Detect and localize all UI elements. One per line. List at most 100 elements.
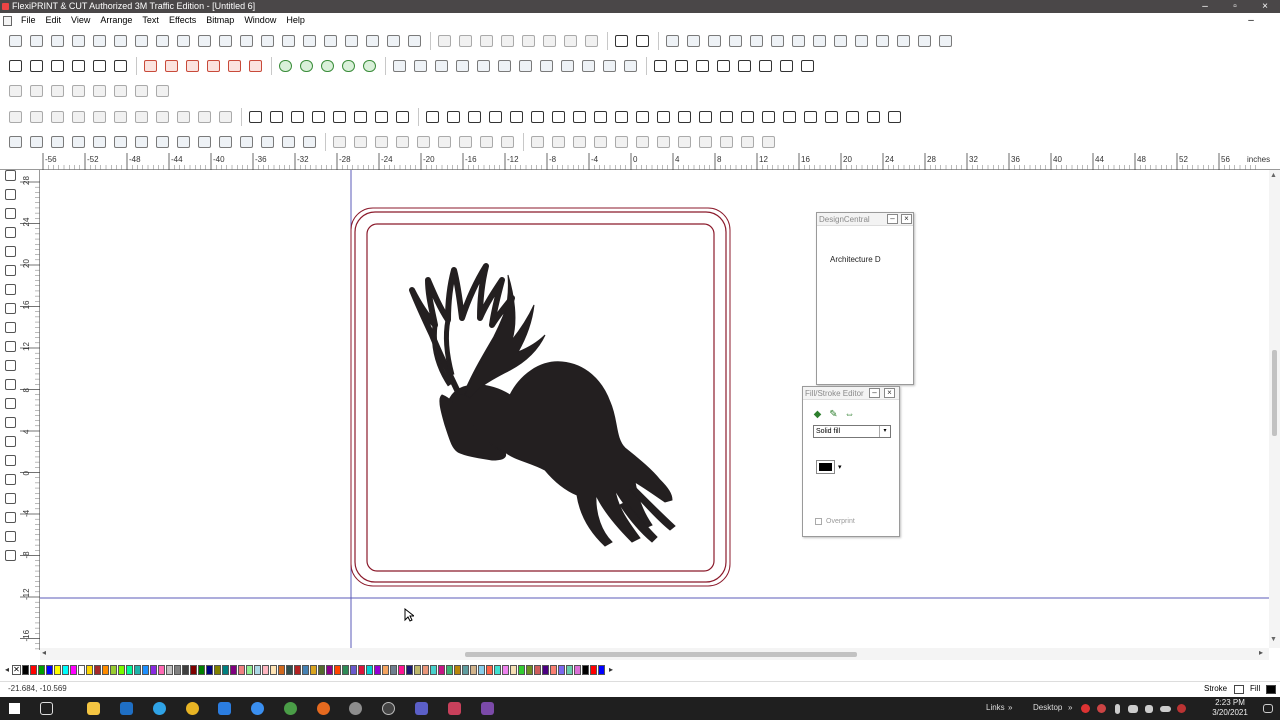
fill-status-swatch[interactable] xyxy=(1266,685,1276,694)
palette-no-color-icon[interactable]: ✕ xyxy=(12,665,21,675)
close-icon[interactable]: × xyxy=(1250,0,1280,13)
tools-tool-7-icon[interactable] xyxy=(141,57,160,75)
tools-tool-31-icon[interactable] xyxy=(672,57,691,75)
standard-tool-19-icon[interactable] xyxy=(384,32,403,50)
minimize-icon[interactable]: – xyxy=(1190,0,1220,13)
standard-tool-10-icon[interactable] xyxy=(195,32,214,50)
menu-arrange[interactable]: Arrange xyxy=(95,13,137,28)
design-canvas[interactable] xyxy=(40,170,1269,648)
shapes-tool-5-icon[interactable] xyxy=(90,108,109,126)
tools-tool-9-icon[interactable] xyxy=(183,57,202,75)
design-central-item[interactable]: Architecture D xyxy=(830,255,881,264)
standard-tool-7-icon[interactable] xyxy=(132,32,151,50)
palette-swatch[interactable] xyxy=(142,665,149,675)
palette-swatch[interactable] xyxy=(382,665,389,675)
align-tool-24-icon[interactable] xyxy=(498,133,517,151)
align-tool-2-icon[interactable] xyxy=(27,133,46,151)
standard-tool-39-icon[interactable] xyxy=(831,32,850,50)
toolbox-tool-15-icon[interactable] xyxy=(1,432,19,450)
palette-swatch[interactable] xyxy=(126,665,133,675)
align-tool-30-icon[interactable] xyxy=(633,133,652,151)
palette-swatch[interactable] xyxy=(526,665,533,675)
toolbox-tool-5-icon[interactable] xyxy=(1,242,19,260)
standard-tool-22-icon[interactable] xyxy=(456,32,475,50)
shapes-tool-9-icon[interactable] xyxy=(174,108,193,126)
links-overflow-icon[interactable]: » xyxy=(1008,703,1012,712)
shapes-tool-1-icon[interactable] xyxy=(6,108,25,126)
align-tool-31-icon[interactable] xyxy=(654,133,673,151)
palette-scroll-left-icon[interactable]: ◂ xyxy=(2,664,12,676)
toolbox-tool-19-icon[interactable] xyxy=(1,508,19,526)
shapes-tool-14-icon[interactable] xyxy=(288,108,307,126)
palette-swatch[interactable] xyxy=(158,665,165,675)
standard-tool-30-icon[interactable] xyxy=(633,32,652,50)
toolbox-tool-20-icon[interactable] xyxy=(1,527,19,545)
standard-tool-6-icon[interactable] xyxy=(111,32,130,50)
standard-tool-13-icon[interactable] xyxy=(258,32,277,50)
tools-tool-29-icon[interactable] xyxy=(621,57,640,75)
standard-tool-38-icon[interactable] xyxy=(810,32,829,50)
align-tool-21-icon[interactable] xyxy=(435,133,454,151)
toolbox-tool-6-icon[interactable] xyxy=(1,261,19,279)
align-tool-6-icon[interactable] xyxy=(111,133,130,151)
shapes-tool-41-icon[interactable] xyxy=(864,108,883,126)
tools-tool-6-icon[interactable] xyxy=(111,57,130,75)
toolbox-tool-9-icon[interactable] xyxy=(1,318,19,336)
tools-tool-33-icon[interactable] xyxy=(714,57,733,75)
standard-tool-44-icon[interactable] xyxy=(936,32,955,50)
shapes-tool-22-icon[interactable] xyxy=(465,108,484,126)
palette-swatch[interactable] xyxy=(254,665,261,675)
shapes-tool-11-icon[interactable] xyxy=(216,108,235,126)
chrome-profile-icon[interactable] xyxy=(281,700,299,717)
standard-tool-32-icon[interactable] xyxy=(684,32,703,50)
shapes-tool-36-icon[interactable] xyxy=(759,108,778,126)
palette-swatch[interactable] xyxy=(118,665,125,675)
shapes-tool-27-icon[interactable] xyxy=(570,108,589,126)
tools-tool-13-icon[interactable] xyxy=(276,57,295,75)
standard-tool-21-icon[interactable] xyxy=(435,32,454,50)
palette-swatch[interactable] xyxy=(286,665,293,675)
task-view-icon[interactable] xyxy=(37,700,55,717)
standard-tool-3-icon[interactable] xyxy=(48,32,67,50)
outlook-icon[interactable] xyxy=(117,700,135,717)
teams-icon[interactable] xyxy=(412,700,430,717)
align-tool-8-icon[interactable] xyxy=(153,133,172,151)
align-tool-25-icon[interactable] xyxy=(528,133,547,151)
align-tool-22-icon[interactable] xyxy=(456,133,475,151)
palette-swatch[interactable] xyxy=(550,665,557,675)
palette-swatch[interactable] xyxy=(366,665,373,675)
shapes-tool-34-icon[interactable] xyxy=(717,108,736,126)
standard-tool-33-icon[interactable] xyxy=(705,32,724,50)
standard-tool-37-icon[interactable] xyxy=(789,32,808,50)
tools-tool-23-icon[interactable] xyxy=(495,57,514,75)
palette-swatch[interactable] xyxy=(206,665,213,675)
standard-tool-12-icon[interactable] xyxy=(237,32,256,50)
palette-swatch[interactable] xyxy=(358,665,365,675)
tools-tool-34-icon[interactable] xyxy=(735,57,754,75)
tray-app-icon[interactable] xyxy=(1172,700,1190,717)
palette-swatch[interactable] xyxy=(542,665,549,675)
standard-tool-4-icon[interactable] xyxy=(69,32,88,50)
tools-tool-21-icon[interactable] xyxy=(453,57,472,75)
align-tool-32-icon[interactable] xyxy=(675,133,694,151)
fill-type-dropdown-icon[interactable]: ▾ xyxy=(879,426,890,437)
tools-tool-16-icon[interactable] xyxy=(339,57,358,75)
palette-swatch[interactable] xyxy=(342,665,349,675)
standard-tool-29-icon[interactable] xyxy=(612,32,631,50)
palette-swatch[interactable] xyxy=(270,665,277,675)
standard-tool-43-icon[interactable] xyxy=(915,32,934,50)
shapes-tool-12-icon[interactable] xyxy=(246,108,265,126)
tools-tool-30-icon[interactable] xyxy=(651,57,670,75)
shapes-tool-19-icon[interactable] xyxy=(393,108,412,126)
tools-tool-5-icon[interactable] xyxy=(90,57,109,75)
shapes-tool-21-icon[interactable] xyxy=(444,108,463,126)
tools-tool-12-icon[interactable] xyxy=(246,57,265,75)
shapes-tool-10-icon[interactable] xyxy=(195,108,214,126)
shapes-tool-38-icon[interactable] xyxy=(801,108,820,126)
toolbox-tool-10-icon[interactable] xyxy=(1,337,19,355)
fill-stroke-minimize-icon[interactable]: – xyxy=(869,388,880,398)
extra-tool-5-icon[interactable] xyxy=(90,82,109,100)
standard-tool-17-icon[interactable] xyxy=(342,32,361,50)
palette-swatch[interactable] xyxy=(294,665,301,675)
toolbox-tool-3-icon[interactable] xyxy=(1,204,19,222)
